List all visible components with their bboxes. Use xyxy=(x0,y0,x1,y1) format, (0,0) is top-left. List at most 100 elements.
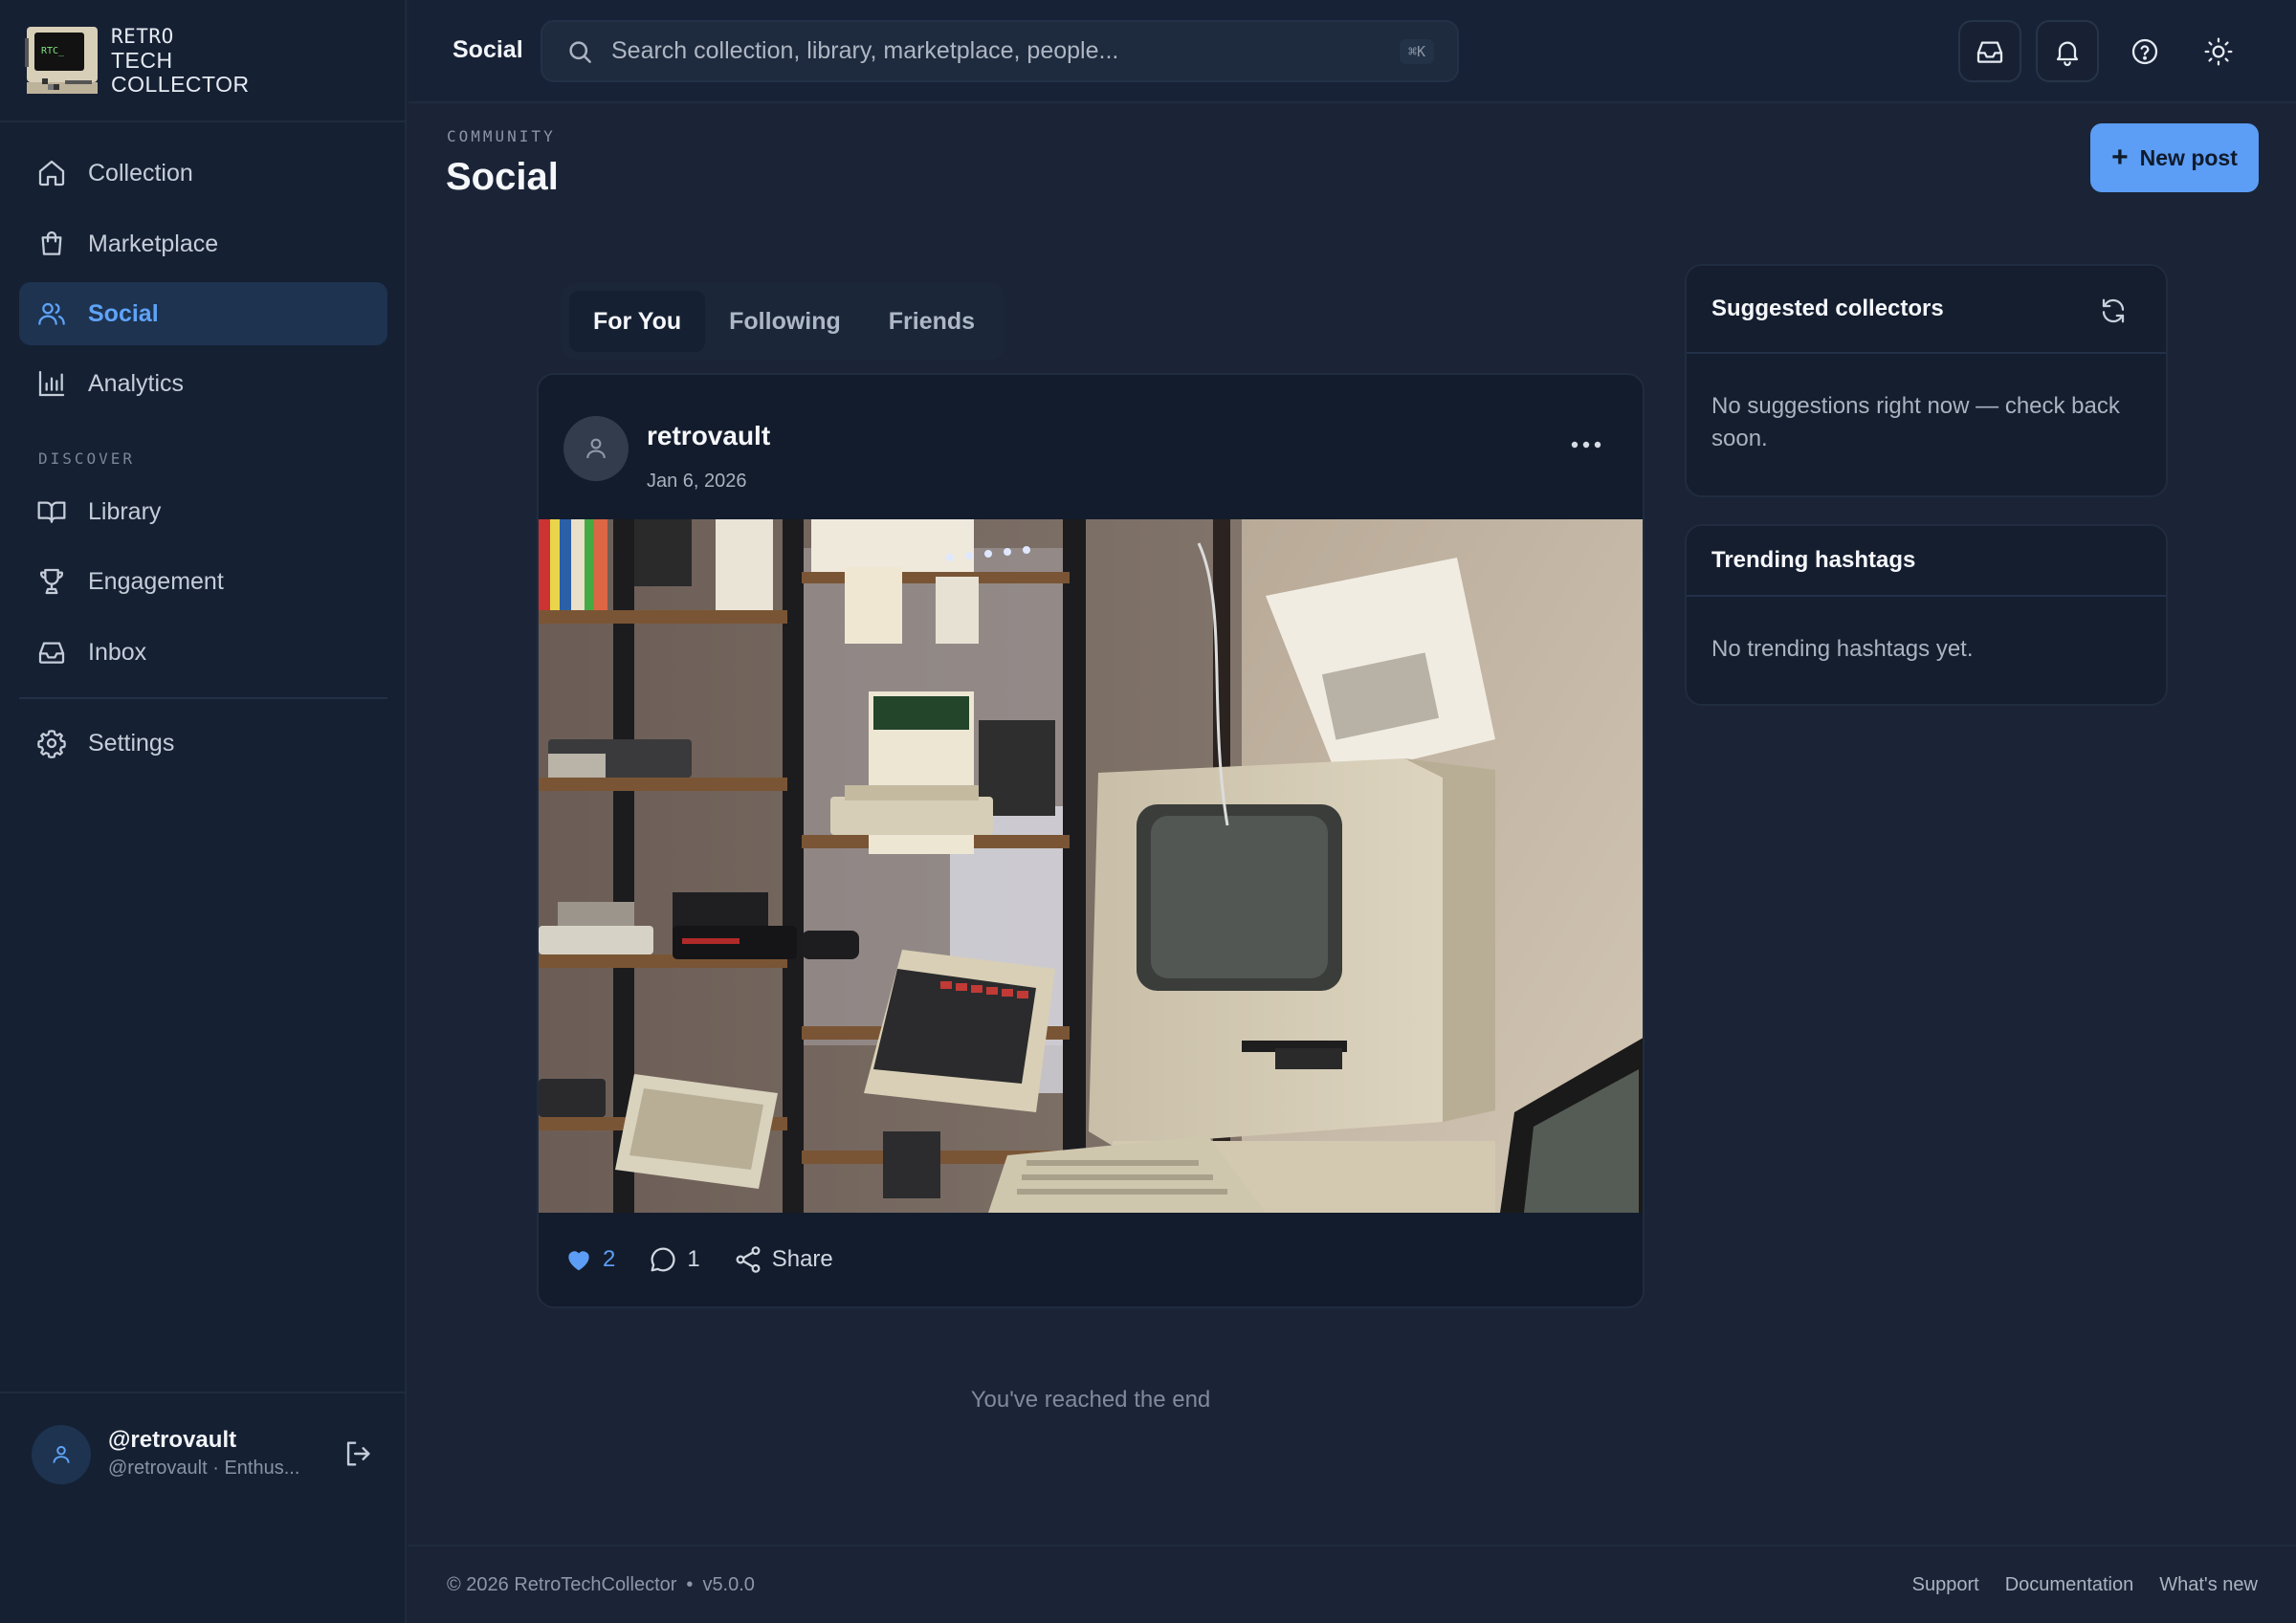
sidebar-item-label: Engagement xyxy=(88,567,224,595)
sidebar-item-analytics[interactable]: Analytics xyxy=(19,352,387,415)
search-icon xyxy=(569,40,591,63)
version-text: v5.0.0 xyxy=(702,1574,755,1595)
retro-computer-logo: RTC_ xyxy=(25,27,98,94)
sidebar-item-inbox[interactable]: Inbox xyxy=(19,621,387,684)
post-image[interactable] xyxy=(539,519,1645,1213)
trending-hashtags-panel: Trending hashtags No trending hashtags y… xyxy=(1685,524,2168,706)
sidebar-item-settings[interactable]: Settings xyxy=(19,712,387,775)
page-title: Social xyxy=(446,156,559,198)
inbox-button[interactable] xyxy=(1958,20,2021,82)
feed-post: retrovault Jan 6, 2026 2 1 Share xyxy=(537,373,1645,1308)
feed-tabs: For You Following Friends xyxy=(562,283,1004,360)
panel-empty-message: No trending hashtags yet. xyxy=(1711,636,1974,662)
footer-link-documentation[interactable]: Documentation xyxy=(2005,1574,2134,1596)
gear-icon xyxy=(37,730,66,758)
like-button[interactable]: 2 xyxy=(563,1244,615,1275)
sidebar-item-label: Social xyxy=(88,299,159,327)
panel-title: Suggested collectors xyxy=(1711,296,1944,321)
user-subtitle: @retrovault · Enthus... xyxy=(108,1458,300,1479)
copyright-text: © 2026 RetroTechCollector xyxy=(447,1574,677,1595)
comment-icon xyxy=(651,1247,675,1272)
panel-header: Suggested collectors xyxy=(1687,266,2166,354)
logo-screen-text: RTC_ xyxy=(41,46,65,56)
bar-chart-icon xyxy=(38,370,65,397)
sidebar-item-label: Collection xyxy=(88,159,193,186)
refresh-icon[interactable] xyxy=(2099,296,2128,325)
sidebar: RTC_ RETRO TECH COLLECTOR Collection Mar… xyxy=(0,0,407,1623)
post-date: Jan 6, 2026 xyxy=(647,471,747,492)
plus-icon: + xyxy=(2111,142,2129,173)
user-icon xyxy=(53,1445,70,1463)
trophy-icon xyxy=(39,568,64,595)
search-shortcut-badge: ⌘K xyxy=(1399,39,1434,64)
brand-line-2: TECH xyxy=(111,47,173,73)
sun-icon xyxy=(2204,37,2233,65)
brand-line-1: RETRO xyxy=(111,24,174,48)
panel-header: Trending hashtags xyxy=(1687,526,2166,597)
panel-title: Trending hashtags xyxy=(1711,547,1916,573)
comment-count: 1 xyxy=(687,1246,700,1272)
footer-links: Support Documentation What's new xyxy=(1887,1574,2258,1596)
new-post-label: New post xyxy=(2139,144,2238,170)
sidebar-item-label: Settings xyxy=(88,729,175,757)
sidebar-divider xyxy=(0,121,407,122)
users-icon xyxy=(38,302,65,325)
post-author-avatar[interactable] xyxy=(563,416,629,481)
help-circle-icon xyxy=(2131,38,2158,64)
footer-separator: • xyxy=(686,1574,694,1595)
panel-empty-message: No suggestions right now — check back so… xyxy=(1711,393,2120,451)
home-icon xyxy=(38,160,65,186)
post-author-name[interactable]: retrovault xyxy=(647,421,770,451)
share-icon xyxy=(736,1246,761,1273)
bell-icon xyxy=(2056,41,2079,66)
topbar: Social ⌘K xyxy=(408,0,2296,103)
book-icon xyxy=(37,501,66,523)
suggested-collectors-panel: Suggested collectors No suggestions righ… xyxy=(1685,264,2168,497)
sidebar-item-label: Inbox xyxy=(88,638,147,666)
more-options-icon[interactable] xyxy=(1562,430,1610,459)
new-post-button[interactable]: + New post xyxy=(2090,123,2259,192)
sidebar-item-social[interactable]: Social xyxy=(19,282,387,345)
brand[interactable]: RTC_ RETRO TECH COLLECTOR xyxy=(25,25,250,96)
brand-name: RETRO TECH COLLECTOR xyxy=(111,25,250,97)
footer-link-support[interactable]: Support xyxy=(1912,1574,1979,1596)
heart-icon xyxy=(568,1251,589,1271)
user-icon xyxy=(586,438,606,459)
tab-friends[interactable]: Friends xyxy=(865,291,999,352)
footer-copyright: © 2026 RetroTechCollector • v5.0.0 xyxy=(447,1574,755,1596)
theme-toggle-button[interactable] xyxy=(2187,20,2250,82)
help-button[interactable] xyxy=(2113,20,2176,82)
shopping-bag-icon xyxy=(41,230,62,255)
user-avatar[interactable] xyxy=(32,1425,91,1484)
sidebar-item-marketplace[interactable]: Marketplace xyxy=(19,212,387,275)
tab-for-you[interactable]: For You xyxy=(569,291,706,352)
topbar-title: Social xyxy=(453,36,523,63)
discover-section-label: DISCOVER xyxy=(38,450,136,468)
notifications-button[interactable] xyxy=(2036,20,2099,82)
search-input[interactable] xyxy=(611,37,1358,65)
sidebar-item-label: Analytics xyxy=(88,369,185,397)
inbox-icon xyxy=(1976,41,2003,63)
sidebar-item-label: Library xyxy=(88,497,162,525)
user-section-divider xyxy=(0,1392,407,1393)
inbox-icon xyxy=(38,642,65,664)
sidebar-item-label: Marketplace xyxy=(88,230,219,257)
user-name: @retrovault xyxy=(108,1427,237,1453)
like-count: 2 xyxy=(603,1246,616,1272)
sidebar-item-library[interactable]: Library xyxy=(19,480,387,543)
post-actions: 2 1 Share xyxy=(563,1240,866,1279)
sidebar-item-collection[interactable]: Collection xyxy=(19,142,387,205)
footer-link-whats-new[interactable]: What's new xyxy=(2159,1574,2258,1596)
comment-button[interactable]: 1 xyxy=(648,1244,700,1275)
logout-icon[interactable] xyxy=(342,1437,374,1470)
feed-end-message: You've reached the end xyxy=(970,1387,1211,1413)
sidebar-item-engagement[interactable]: Engagement xyxy=(19,550,387,613)
share-label: Share xyxy=(771,1246,833,1272)
page-eyebrow: COMMUNITY xyxy=(447,127,556,145)
share-button[interactable]: Share xyxy=(733,1244,833,1275)
sidebar-divider xyxy=(19,697,387,699)
tab-following[interactable]: Following xyxy=(705,291,865,352)
footer-divider xyxy=(408,1545,2296,1546)
brand-line-3: COLLECTOR xyxy=(111,71,250,97)
search-bar[interactable]: ⌘K xyxy=(541,20,1459,82)
